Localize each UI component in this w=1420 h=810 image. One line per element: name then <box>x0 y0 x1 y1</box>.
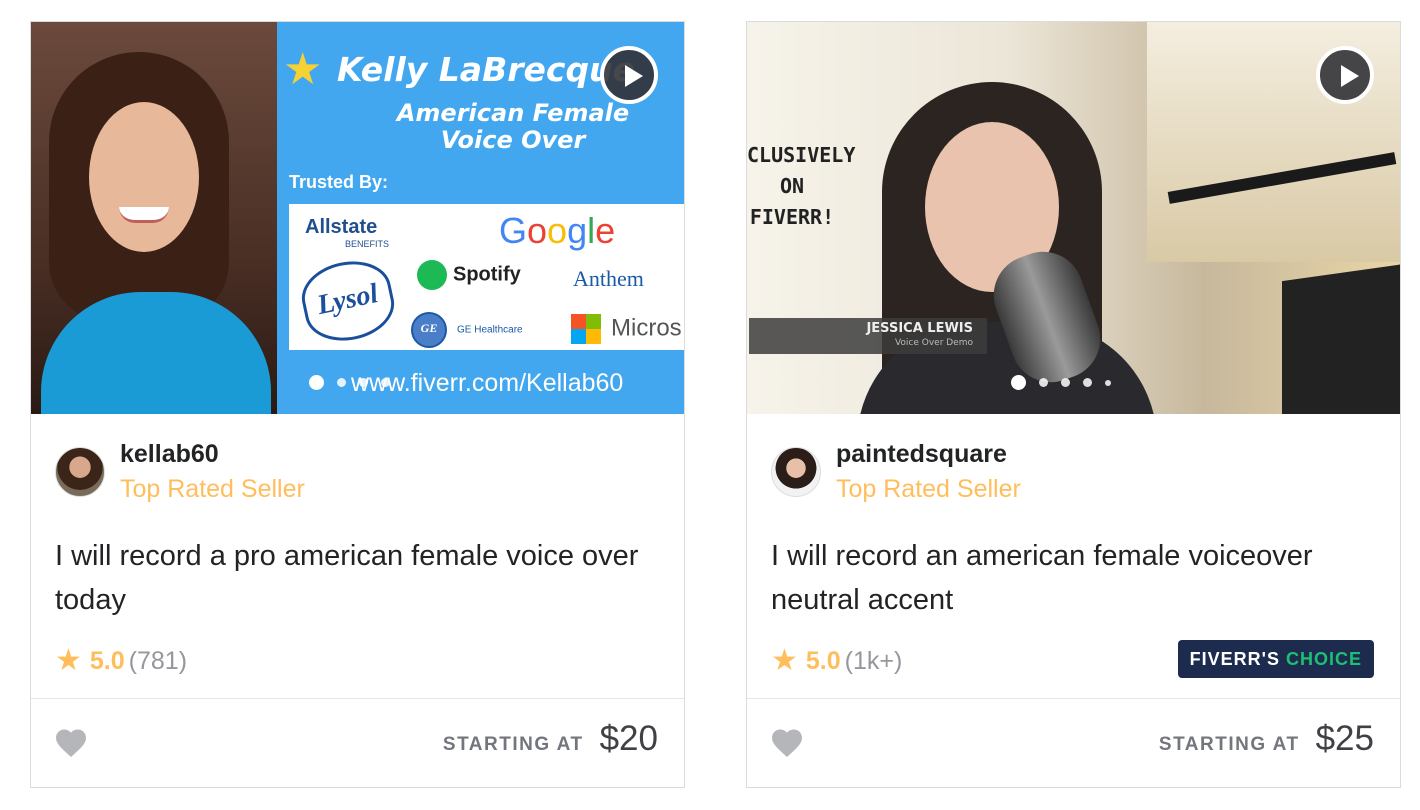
gig-media[interactable]: CLUSIVELY ON FIVERR! JESSICA LEWIS Voice… <box>747 22 1400 414</box>
ge-healthcare-logo: GE Healthcare <box>411 312 523 348</box>
gig-card[interactable]: ★ Kelly LaBrecque American Female Voice … <box>30 21 685 788</box>
fiverrs-choice-badge: FIVERR'S CHOICE <box>1177 640 1374 678</box>
carousel-dot[interactable] <box>1083 378 1092 387</box>
star-icon: ★ <box>771 644 798 677</box>
carousel-dot[interactable] <box>309 375 324 390</box>
price-label: STARTING AT <box>442 734 584 755</box>
rating: ★ 5.0 (1k+) <box>771 646 902 676</box>
overlay-text: CLUSIVELY ON FIVERR! <box>747 143 856 229</box>
carousel-dot[interactable] <box>1039 378 1048 387</box>
client-logos: Allstate BENEFITS Google Lysol Spotify A… <box>289 204 684 350</box>
seller-info: kellab60 Top Rated Seller <box>55 440 305 504</box>
rating: ★ 5.0 (781) <box>55 646 187 676</box>
seller-name[interactable]: kellab60 <box>120 440 305 469</box>
gig-title[interactable]: I will record an american female voiceov… <box>771 534 1371 622</box>
play-icon[interactable] <box>1316 46 1374 104</box>
play-icon[interactable] <box>600 46 658 104</box>
rating-count: (781) <box>128 646 188 675</box>
trusted-by-label: Trusted By: <box>289 172 389 192</box>
price-block: STARTING AT $20 <box>443 719 658 759</box>
anthem-logo: Anthem <box>573 266 644 291</box>
seller-info: paintedsquare Top Rated Seller <box>771 440 1021 504</box>
seller-photo <box>31 22 277 414</box>
promo-url: www.fiverr.com/Kellab60 <box>351 369 624 397</box>
promo-headline: Kelly LaBrecque <box>337 50 635 89</box>
carousel-dot[interactable] <box>337 378 346 387</box>
gig-media[interactable]: ★ Kelly LaBrecque American Female Voice … <box>31 22 684 414</box>
carousel-dots <box>1011 375 1111 390</box>
gig-title[interactable]: I will record a pro american female voic… <box>55 534 655 622</box>
heart-icon[interactable] <box>53 725 89 761</box>
rating-count: (1k+) <box>844 646 903 675</box>
price-label: STARTING AT <box>1158 734 1300 755</box>
carousel-dot[interactable] <box>359 378 368 387</box>
allstate-logo: Allstate BENEFITS <box>305 216 390 249</box>
card-footer: STARTING AT $25 <box>747 698 1400 787</box>
price-block: STARTING AT $25 <box>1159 719 1374 759</box>
rating-value: 5.0 <box>89 646 125 675</box>
seller-name[interactable]: paintedsquare <box>836 440 1021 469</box>
avatar[interactable] <box>771 447 821 497</box>
name-tag: JESSICA LEWIS Voice Over Demo <box>749 318 987 354</box>
card-footer: STARTING AT $20 <box>31 698 684 787</box>
promo-subtitle: American Female Voice Over <box>396 99 630 154</box>
star-graphic-icon: ★ <box>283 45 323 94</box>
carousel-dot[interactable] <box>1105 379 1111 386</box>
avatar[interactable] <box>55 447 105 497</box>
carousel-dot[interactable] <box>381 378 390 387</box>
spotify-logo: Spotify <box>417 260 521 290</box>
google-logo: Google <box>499 210 616 251</box>
seller-level: Top Rated Seller <box>120 475 305 503</box>
carousel-dot[interactable] <box>1061 378 1070 387</box>
carousel-dots <box>309 375 390 390</box>
microsoft-logo: Micros <box>571 314 682 344</box>
price: $25 <box>1315 719 1374 758</box>
gig-card[interactable]: CLUSIVELY ON FIVERR! JESSICA LEWIS Voice… <box>746 21 1401 788</box>
star-icon: ★ <box>55 644 82 677</box>
heart-icon[interactable] <box>769 725 805 761</box>
rating-value: 5.0 <box>805 646 841 675</box>
lysol-logo: Lysol <box>295 253 401 349</box>
seller-level: Top Rated Seller <box>836 475 1021 503</box>
carousel-dot[interactable] <box>1011 375 1026 390</box>
price: $20 <box>599 719 658 758</box>
